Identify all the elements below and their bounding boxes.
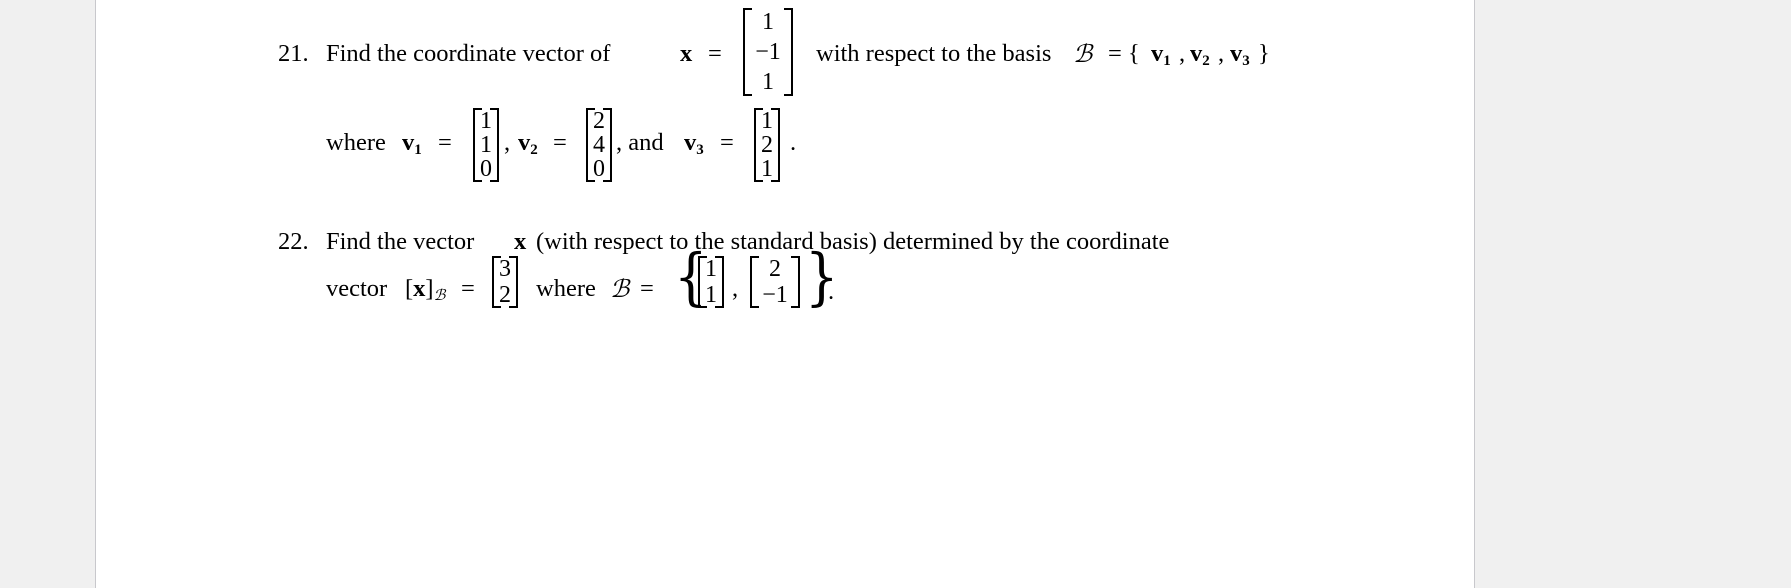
v2-subscript: 2: [1202, 53, 1210, 69]
separator: ,: [1179, 40, 1186, 67]
v1-def-label: v1: [402, 129, 422, 158]
equals-sign: =: [438, 129, 452, 156]
basis-subscript: ℬ: [433, 286, 446, 304]
v3-def-label: v3: [684, 129, 704, 158]
matrix-cell: 1: [762, 9, 774, 35]
period: .: [790, 129, 797, 156]
x-vector: 1 −1 1: [743, 8, 793, 96]
matrix-cell: 1: [762, 69, 774, 95]
v2-vector: 2 4 0: [586, 108, 612, 182]
comma: ,: [504, 129, 511, 156]
basis-vector-1: 1 1: [698, 256, 724, 308]
basis-set-close: }: [1258, 40, 1270, 67]
v1-label: v: [402, 129, 415, 156]
matrix-cell: 1: [705, 256, 717, 282]
vector-word: vector: [326, 275, 388, 302]
matrix-cell: 0: [593, 156, 605, 182]
matrix-cell: 1: [480, 108, 492, 134]
matrix-cell: 2: [593, 108, 605, 134]
matrix-cell: 2: [761, 132, 773, 158]
v3-label: v: [1230, 40, 1243, 67]
matrix-cell: −1: [755, 39, 781, 65]
matrix-cell: 1: [761, 108, 773, 134]
where-text: where: [536, 275, 596, 302]
x-symbol: x: [413, 275, 426, 302]
basis-vector-2: 2 −1: [750, 256, 800, 308]
where-text: where: [326, 129, 386, 156]
document-page: 21. Find the coordinate vector of x = 1 …: [95, 0, 1475, 588]
matrix-cell: −1: [762, 282, 788, 308]
bracket-open: [: [405, 275, 414, 302]
comma: ,: [732, 275, 739, 302]
matrix-cell: 1: [480, 132, 492, 158]
problem-21-text: Find the coordinate vector of: [326, 40, 611, 67]
v1-vector: 1 1 0: [473, 108, 499, 182]
x-symbol: x: [514, 228, 527, 255]
matrix-cell: 3: [499, 256, 511, 282]
basis-text: with respect to the basis: [816, 40, 1052, 67]
matrix-cell: 4: [593, 132, 605, 158]
v3-subscript: 3: [696, 142, 704, 158]
basis-symbol: ℬ: [1073, 39, 1093, 68]
v3-label: v: [684, 129, 697, 156]
matrix-cell: 2: [769, 256, 781, 282]
bracket-close: ]: [425, 275, 434, 302]
v3-subscript: 3: [1242, 53, 1250, 69]
coord-vector: 3 2: [492, 256, 518, 308]
problem-22-number: 22.: [278, 228, 309, 255]
v3-vector: 1 2 1: [754, 108, 780, 182]
x-symbol: x: [680, 40, 693, 67]
v2-label: v: [1190, 40, 1203, 67]
equals-sign: =: [553, 129, 567, 156]
v2-subscript: 2: [530, 142, 538, 158]
basis-v2: v2: [1190, 40, 1210, 69]
matrix-cell: 2: [499, 282, 511, 308]
equals-sign: =: [708, 40, 722, 67]
equals-sign: =: [720, 129, 734, 156]
and-text: , and: [616, 129, 664, 156]
basis-v3: v3: [1230, 40, 1250, 69]
v2-label: v: [518, 129, 531, 156]
basis-set-open: = {: [1108, 40, 1140, 67]
matrix-cell: 1: [761, 156, 773, 182]
equals-sign: =: [640, 275, 654, 302]
v1-subscript: 1: [1163, 53, 1171, 69]
v1-subscript: 1: [414, 142, 422, 158]
basis-v1: v1: [1151, 40, 1171, 69]
matrix-cell: 1: [705, 282, 717, 308]
separator: ,: [1218, 40, 1225, 67]
basis-symbol: ℬ: [610, 274, 630, 303]
problem-22-text: Find the vector: [326, 228, 475, 255]
problem-21-number: 21.: [278, 40, 309, 67]
v2-def-label: v2: [518, 129, 538, 158]
period: .: [828, 278, 835, 305]
problem-22-text-rest: (with respect to the standard basis) det…: [536, 228, 1170, 255]
matrix-cell: 0: [480, 156, 492, 182]
v1-label: v: [1151, 40, 1164, 67]
coord-notation: [x]ℬ: [405, 275, 446, 304]
equals-sign: =: [461, 275, 475, 302]
